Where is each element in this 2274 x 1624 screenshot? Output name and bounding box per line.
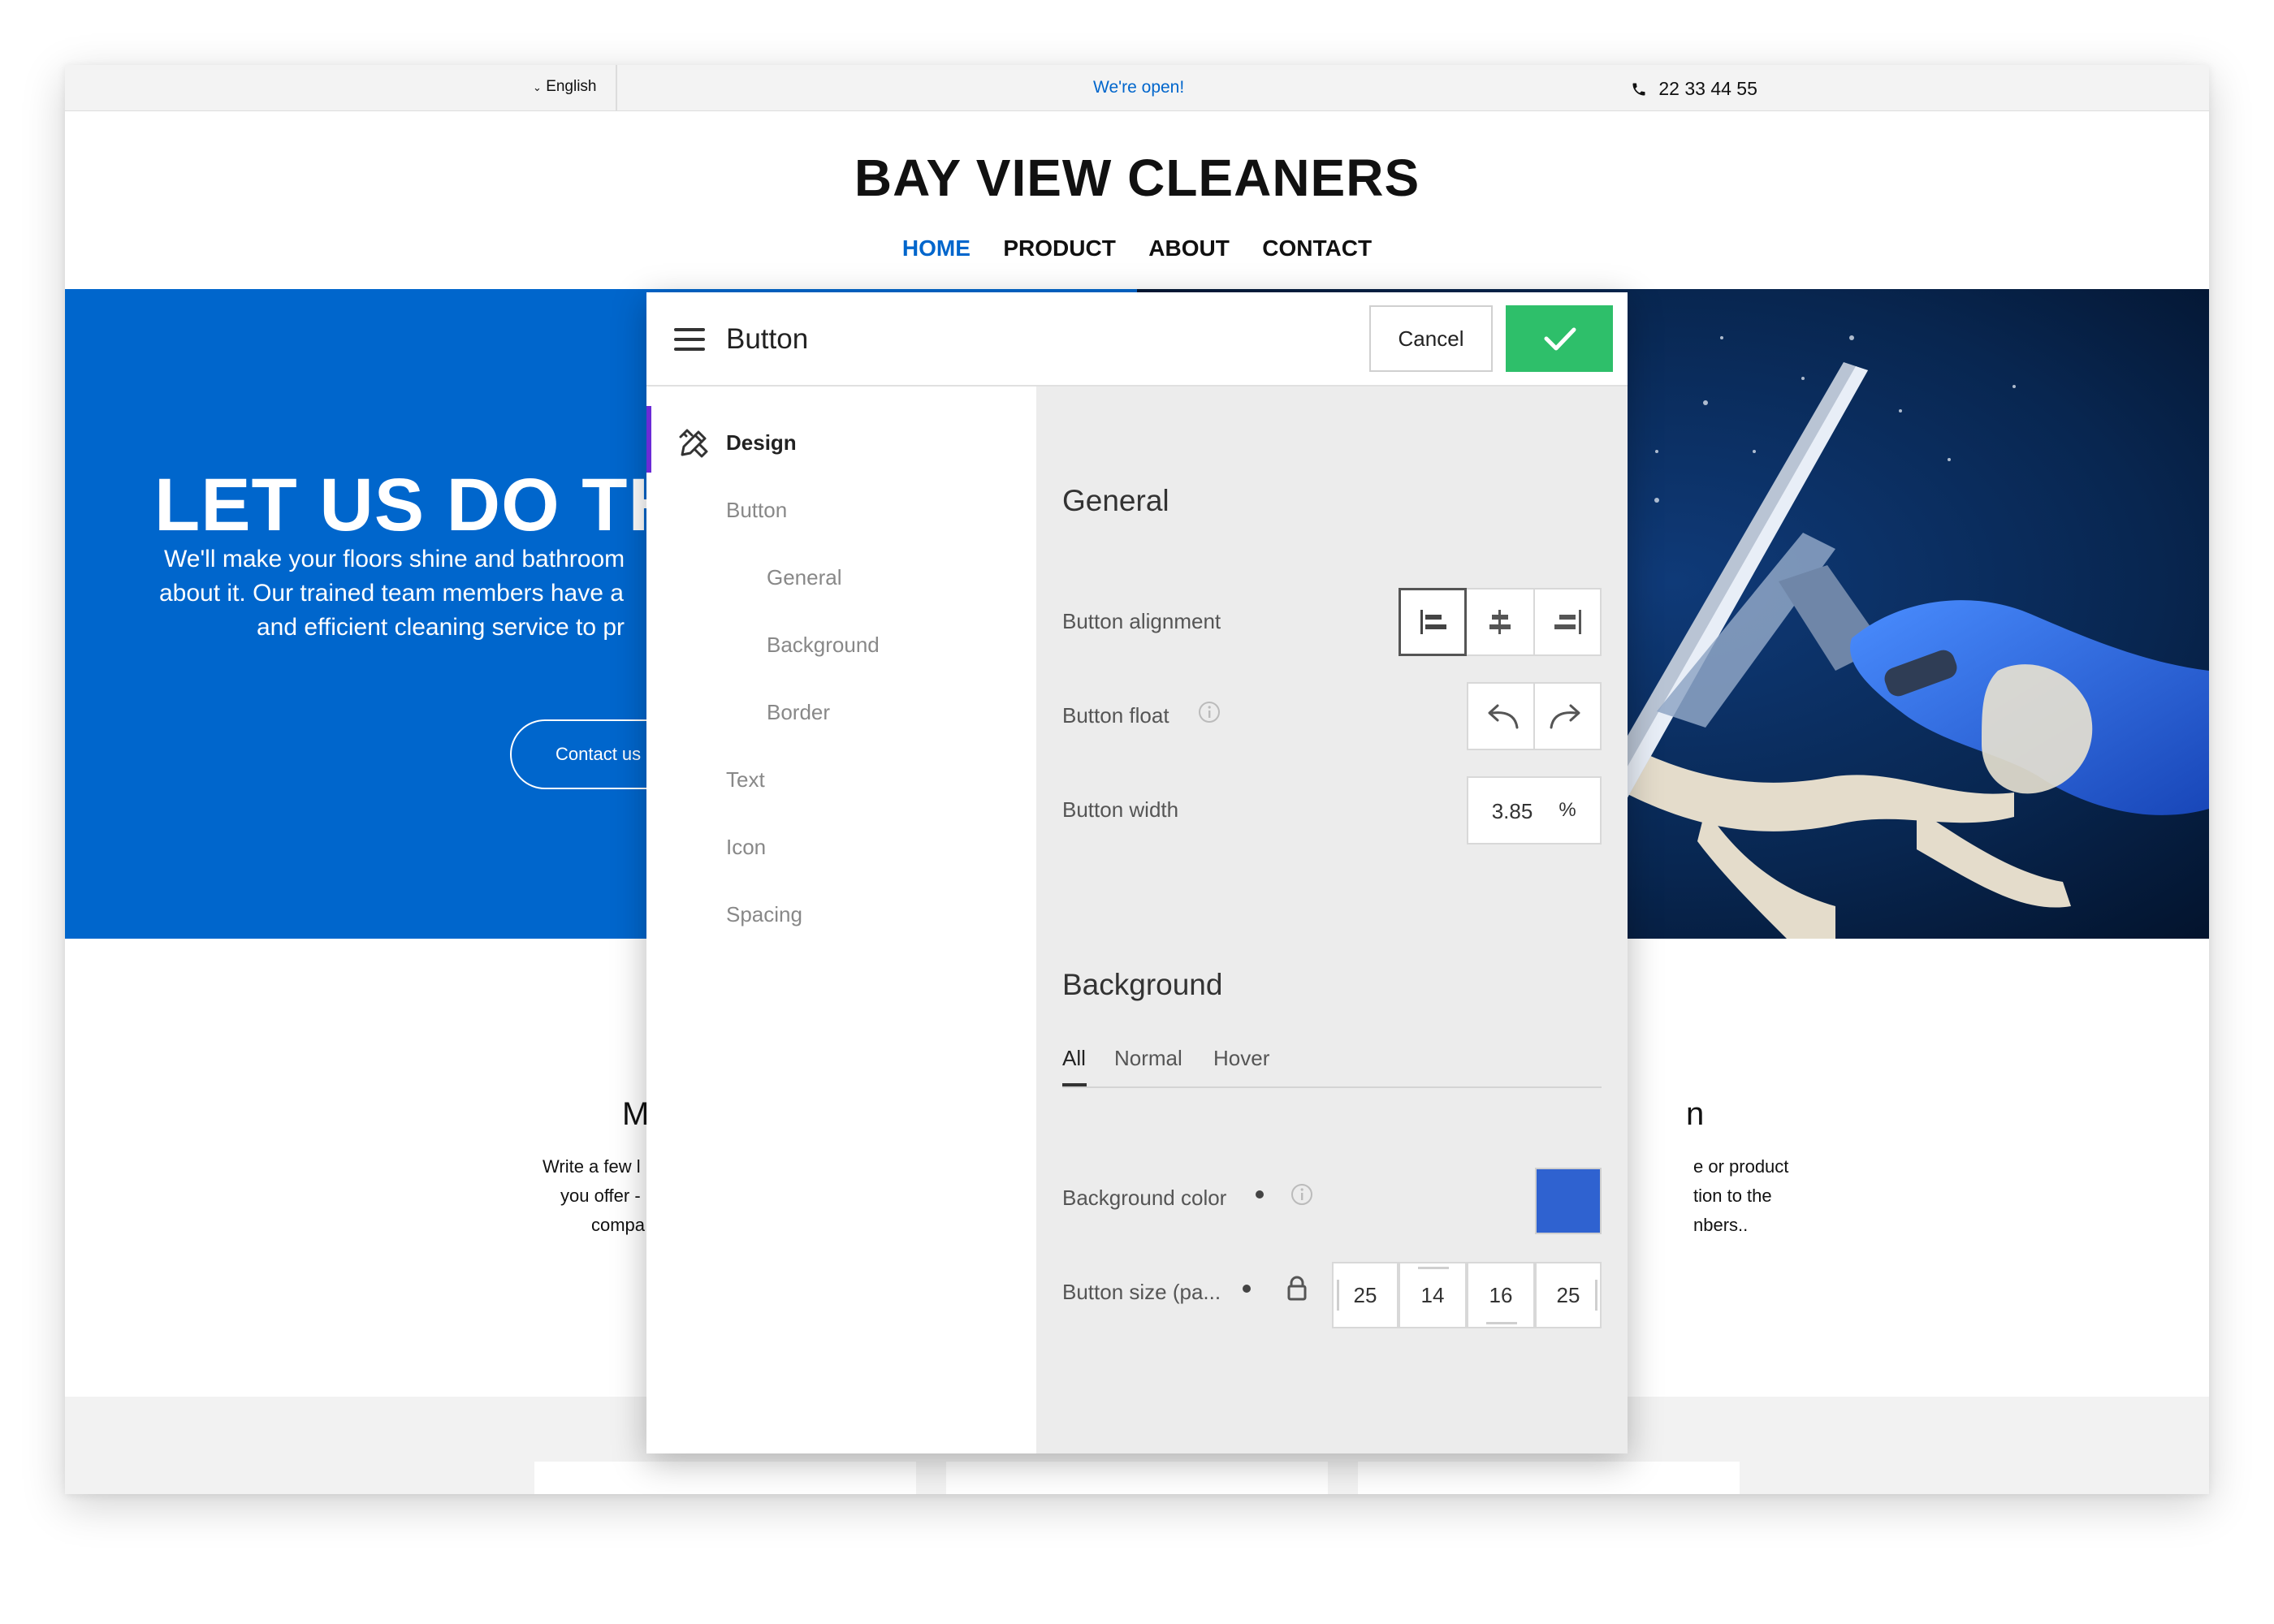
tab-hover[interactable]: Hover xyxy=(1213,1046,1269,1071)
design-icon xyxy=(676,425,711,465)
content-card xyxy=(946,1462,1328,1494)
feature-text-line: e or product xyxy=(1693,1156,1789,1177)
active-indicator xyxy=(646,406,651,473)
feature-text-line: Write a few l xyxy=(543,1156,641,1177)
tab-all[interactable]: All xyxy=(1062,1046,1086,1071)
redo-arrow-icon xyxy=(1550,704,1580,729)
top-info-bar: ⌄ English We're open! 22 33 44 55 xyxy=(65,65,2209,111)
padding-right-value: 14 xyxy=(1420,1283,1445,1307)
settings-content: General Button alignment Button float Bu… xyxy=(1036,387,1628,1453)
menu-icon[interactable] xyxy=(674,328,705,351)
checkmark-icon xyxy=(1544,327,1576,351)
phone-icon xyxy=(1632,83,1645,96)
feature-text-line: tion to the xyxy=(1693,1186,1772,1206)
button-width-input[interactable]: 3.85 % xyxy=(1467,776,1602,844)
undo-arrow-icon xyxy=(1488,704,1519,729)
button-size-label: Button size (pa... xyxy=(1062,1280,1221,1304)
info-icon[interactable] xyxy=(1197,700,1221,728)
align-right-button[interactable] xyxy=(1533,590,1600,654)
feature-title-right: n xyxy=(1686,1096,1705,1132)
modified-dot-icon xyxy=(1243,1285,1251,1293)
padding-top-input[interactable]: 25 xyxy=(1332,1262,1399,1328)
lock-icon[interactable] xyxy=(1285,1275,1309,1307)
button-width-unit: % xyxy=(1559,799,1576,821)
sidebar-item-icon[interactable]: Icon xyxy=(726,835,766,860)
feature-text-line: you offer - xyxy=(560,1186,641,1206)
chevron-down-icon: ⌄ xyxy=(533,81,542,93)
align-left-button[interactable] xyxy=(1399,588,1467,656)
hero-text-line: and efficient cleaning service to pr xyxy=(257,614,625,641)
padding-top-value: 25 xyxy=(1353,1283,1377,1307)
padding-left-input[interactable]: 25 xyxy=(1535,1262,1602,1328)
nav-about[interactable]: ABOUT xyxy=(1148,235,1230,261)
align-right-icon xyxy=(1554,610,1581,634)
tab-normal[interactable]: Normal xyxy=(1114,1046,1182,1071)
panel-title: Button xyxy=(726,323,809,355)
language-selector[interactable]: ⌄ English xyxy=(533,78,597,96)
side-marker xyxy=(1418,1267,1449,1269)
background-color-label: Background color xyxy=(1062,1186,1227,1210)
float-right-button[interactable] xyxy=(1535,684,1600,749)
align-left-icon xyxy=(1420,610,1446,634)
feature-text-line: nbers.. xyxy=(1693,1215,1749,1235)
info-icon[interactable] xyxy=(1290,1182,1314,1211)
sidebar-item-text[interactable]: Text xyxy=(726,767,765,793)
sidebar-item-button[interactable]: Button xyxy=(726,498,787,523)
open-status: We're open! xyxy=(1093,78,1185,97)
align-center-button[interactable] xyxy=(1467,590,1535,654)
panel-header: Button Cancel xyxy=(646,292,1628,387)
section-heading-general: General xyxy=(1062,484,1169,517)
confirm-button[interactable] xyxy=(1506,305,1613,372)
sidebar-item-general[interactable]: General xyxy=(767,565,842,590)
active-tab-indicator xyxy=(1062,1083,1087,1086)
cancel-button[interactable]: Cancel xyxy=(1369,305,1493,372)
nav-home[interactable]: HOME xyxy=(902,235,971,261)
feature-text-line: compa xyxy=(591,1215,646,1235)
hero-text-line: We'll make your floors shine and bathroo… xyxy=(164,546,625,572)
language-label: English xyxy=(546,78,597,95)
hero-text-line: about it. Our trained team members have … xyxy=(159,580,624,607)
site-brand-title: BAY VIEW CLEANERS xyxy=(854,149,1420,207)
hero-title: LET US DO THI xyxy=(154,464,705,546)
padding-bottom-value: 16 xyxy=(1489,1283,1513,1307)
sidebar-item-background[interactable]: Background xyxy=(767,633,880,658)
background-state-tabs: All Normal Hover xyxy=(1062,1038,1602,1088)
align-center-icon xyxy=(1489,610,1511,634)
padding-left-value: 25 xyxy=(1556,1283,1580,1307)
main-navigation: HOME PRODUCT ABOUT CONTACT xyxy=(65,235,2209,261)
phone-contact[interactable]: 22 33 44 55 xyxy=(1631,78,1757,100)
button-settings-panel: Button Cancel Design Button General Back… xyxy=(646,292,1628,1453)
nav-product[interactable]: PRODUCT xyxy=(1003,235,1115,261)
background-color-swatch[interactable] xyxy=(1535,1168,1602,1234)
padding-bottom-input[interactable]: 16 xyxy=(1467,1262,1535,1328)
button-alignment-label: Button alignment xyxy=(1062,609,1221,633)
sidebar-item-border[interactable]: Border xyxy=(767,700,830,725)
phone-number: 22 33 44 55 xyxy=(1658,78,1757,99)
content-card xyxy=(1358,1462,1740,1494)
padding-right-input[interactable]: 14 xyxy=(1399,1262,1467,1328)
divider xyxy=(616,65,617,110)
modified-dot-icon xyxy=(1256,1190,1264,1199)
section-heading-background: Background xyxy=(1062,968,1223,1001)
side-marker xyxy=(1486,1322,1517,1324)
float-left-button[interactable] xyxy=(1468,684,1535,749)
button-width-label: Button width xyxy=(1062,797,1179,822)
button-width-value: 3.85 xyxy=(1491,799,1533,823)
feature-title-left: M xyxy=(622,1096,650,1132)
nav-contact[interactable]: CONTACT xyxy=(1262,235,1372,261)
sidebar-item-design[interactable]: Design xyxy=(726,430,797,456)
content-card xyxy=(534,1462,916,1494)
button-float-label: Button float xyxy=(1062,703,1169,728)
settings-sidebar: Design Button General Background Border … xyxy=(646,387,1036,1453)
sidebar-item-spacing[interactable]: Spacing xyxy=(726,902,802,927)
